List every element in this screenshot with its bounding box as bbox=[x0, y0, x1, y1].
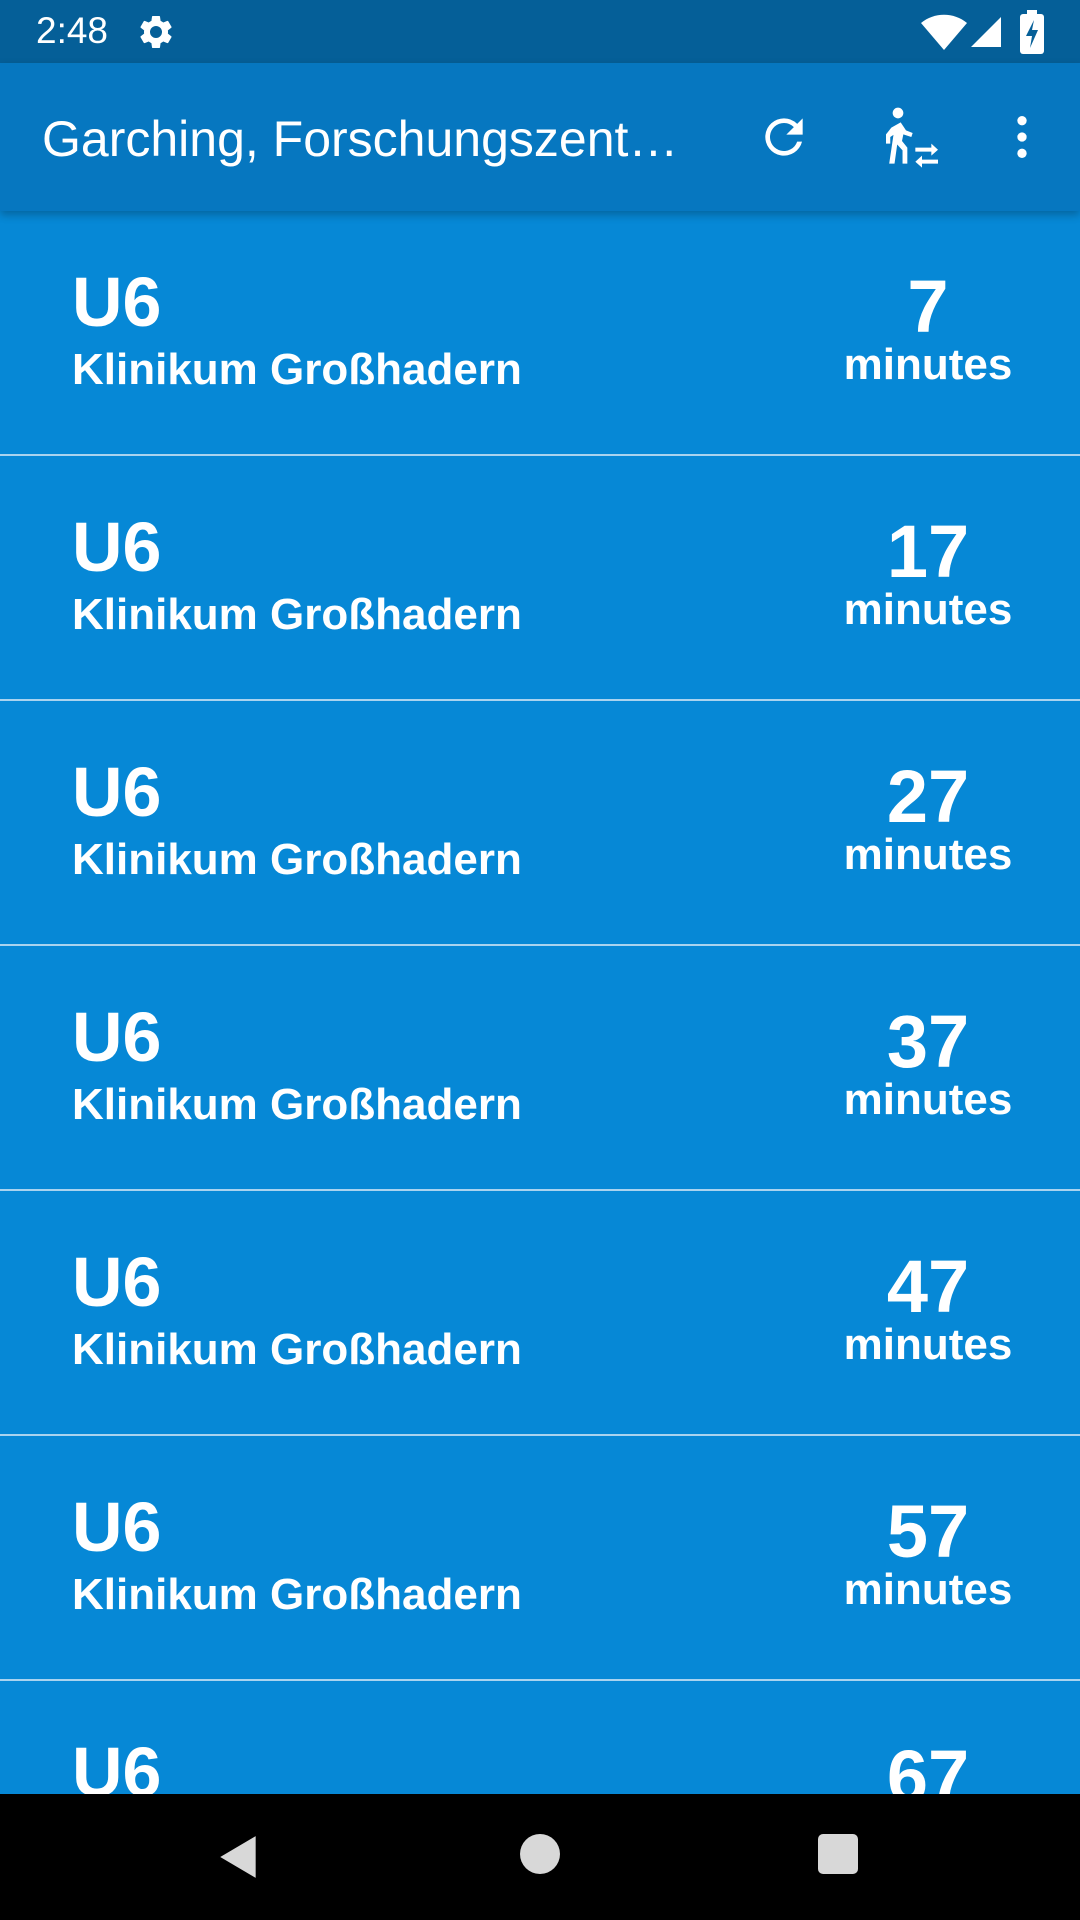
destination: Klinikum Großhadern bbox=[72, 835, 522, 884]
departure-list[interactable]: U6 Klinikum Großhadern 7 minutes U6 Klin… bbox=[0, 211, 1080, 1794]
line-name: U6 bbox=[72, 1243, 162, 1321]
walking-transfer-button[interactable] bbox=[874, 101, 946, 173]
gear-icon bbox=[140, 15, 172, 48]
departure-time: 27 minutes bbox=[838, 757, 1018, 877]
refresh-icon bbox=[765, 118, 803, 156]
departure-time: 7 minutes bbox=[838, 267, 1018, 387]
destination: Klinikum Großhadern bbox=[72, 590, 522, 639]
line-name: U6 bbox=[72, 263, 162, 341]
departure-row[interactable]: U6 Klinikum Großhadern 7 minutes bbox=[0, 211, 1080, 456]
line-name: U6 bbox=[72, 1733, 162, 1794]
departure-time: 47 minutes bbox=[838, 1247, 1018, 1367]
minutes-value: 67 bbox=[886, 1735, 970, 1795]
wifi-icon bbox=[921, 14, 967, 50]
minutes-unit: minutes bbox=[843, 1075, 1013, 1124]
minutes-value: 47 bbox=[886, 1245, 970, 1328]
destination: Klinikum Großhadern bbox=[72, 1325, 522, 1374]
destination: Klinikum Großhadern bbox=[72, 345, 522, 394]
more-options-button[interactable] bbox=[986, 101, 1058, 173]
line-name: U6 bbox=[72, 508, 162, 586]
page-title: Garching, Forschungszent… bbox=[42, 111, 679, 167]
line-name: U6 bbox=[72, 998, 162, 1076]
minutes-unit: minutes bbox=[843, 1565, 1013, 1614]
minutes-value: 27 bbox=[886, 755, 970, 838]
line-name: U6 bbox=[72, 1488, 162, 1566]
back-icon[interactable] bbox=[214, 1832, 264, 1882]
minutes-value: 7 bbox=[907, 265, 949, 348]
status-bar: 2:48 bbox=[0, 0, 1080, 63]
destination: Klinikum Großhadern bbox=[72, 1080, 522, 1129]
minutes-unit: minutes bbox=[843, 585, 1013, 634]
navigation-bar bbox=[0, 1794, 1080, 1920]
departure-time: 57 minutes bbox=[838, 1492, 1018, 1612]
minutes-value: 37 bbox=[886, 1000, 970, 1083]
departure-row[interactable]: U6 Klinikum Großhadern 37 minutes bbox=[0, 946, 1080, 1191]
departure-time: 17 minutes bbox=[838, 512, 1018, 632]
minutes-unit: minutes bbox=[843, 1320, 1013, 1369]
walking-transfer-icon bbox=[886, 107, 938, 168]
battery-charging-icon bbox=[1020, 10, 1044, 54]
destination: Klinikum Großhadern bbox=[72, 1570, 522, 1619]
departure-row[interactable]: U6 Klinikum Großhadern 17 minutes bbox=[0, 456, 1080, 701]
departure-time: 37 minutes bbox=[838, 1002, 1018, 1122]
minutes-unit: minutes bbox=[843, 830, 1013, 879]
minutes-value: 17 bbox=[886, 510, 970, 593]
recents-icon[interactable] bbox=[818, 1834, 858, 1874]
departure-row[interactable]: U6 67 bbox=[0, 1681, 1080, 1794]
line-name: U6 bbox=[72, 753, 162, 831]
signal-icon bbox=[971, 17, 1001, 47]
more-vert-icon bbox=[1017, 116, 1027, 158]
departure-row[interactable]: U6 Klinikum Großhadern 57 minutes bbox=[0, 1436, 1080, 1681]
minutes-value: 57 bbox=[886, 1490, 970, 1573]
app-bar: Garching, Forschungszent… bbox=[0, 63, 1080, 211]
departure-row[interactable]: U6 Klinikum Großhadern 47 minutes bbox=[0, 1191, 1080, 1436]
departure-time: 67 bbox=[838, 1735, 1018, 1795]
home-icon[interactable] bbox=[520, 1834, 560, 1874]
minutes-unit: minutes bbox=[843, 340, 1013, 389]
status-time: 2:48 bbox=[36, 10, 109, 51]
refresh-button[interactable] bbox=[748, 101, 820, 173]
departure-row[interactable]: U6 Klinikum Großhadern 27 minutes bbox=[0, 701, 1080, 946]
